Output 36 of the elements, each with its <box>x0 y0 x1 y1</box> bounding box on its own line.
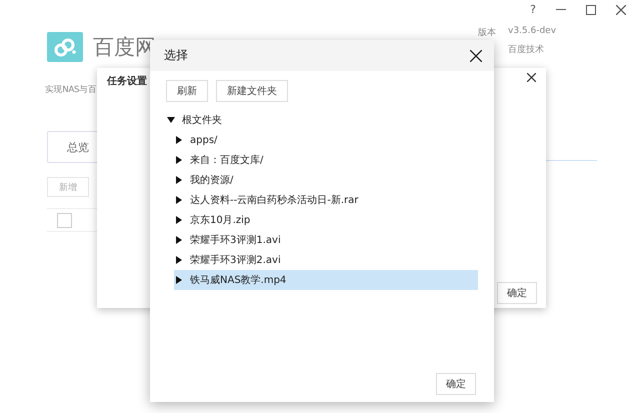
close-icon[interactable] <box>470 50 482 62</box>
tree-item[interactable]: 来自：百度文库/ <box>174 150 478 170</box>
expand-arrow-icon[interactable] <box>175 136 183 144</box>
close-icon[interactable] <box>527 73 536 82</box>
dialog-title: 任务设置 <box>107 74 147 88</box>
confirm-button[interactable]: 确定 <box>497 282 537 304</box>
tree-item[interactable]: 荣耀手环3评测2.avi <box>174 250 478 270</box>
checkbox[interactable] <box>57 213 72 228</box>
tree-item[interactable]: 铁马威NAS教学.mp4 <box>174 270 478 290</box>
tree-item[interactable]: apps/ <box>174 130 478 150</box>
expand-arrow-icon[interactable] <box>175 236 183 244</box>
refresh-button[interactable]: 刷新 <box>166 80 208 102</box>
tree-item[interactable]: 根文件夹 <box>167 110 494 130</box>
close-icon[interactable] <box>616 4 626 14</box>
expand-arrow-icon[interactable] <box>175 196 183 204</box>
minimize-icon[interactable] <box>556 8 566 10</box>
tree-item[interactable]: 我的资源/ <box>174 170 478 190</box>
maximize-icon[interactable] <box>586 4 596 14</box>
confirm-button[interactable]: 确定 <box>436 373 476 395</box>
info-value: v3.5.6-dev <box>508 26 556 38</box>
expand-arrow-icon[interactable] <box>167 116 175 124</box>
new-folder-button[interactable]: 新建文件夹 <box>216 80 288 102</box>
expand-arrow-icon[interactable] <box>175 176 183 184</box>
help-button[interactable]: ? <box>530 3 536 16</box>
expand-arrow-icon[interactable] <box>175 276 183 284</box>
info-value: 百度技术 <box>508 44 544 57</box>
expand-arrow-icon[interactable] <box>175 256 183 264</box>
tree-item[interactable]: 京东10月.zip <box>174 210 478 230</box>
dialog-title: 选择 <box>164 47 188 64</box>
app-subtitle: 实现NAS与百 <box>45 84 96 96</box>
expand-arrow-icon[interactable] <box>175 156 183 164</box>
info-label: 版本 <box>478 26 497 40</box>
tree-item[interactable]: 荣耀手环3评测1.avi <box>174 230 478 250</box>
tree-item[interactable]: 达人资料--云南白药秒杀活动日-新.rar <box>174 190 478 210</box>
cloud-logo-icon <box>47 32 83 62</box>
expand-arrow-icon[interactable] <box>175 216 183 224</box>
